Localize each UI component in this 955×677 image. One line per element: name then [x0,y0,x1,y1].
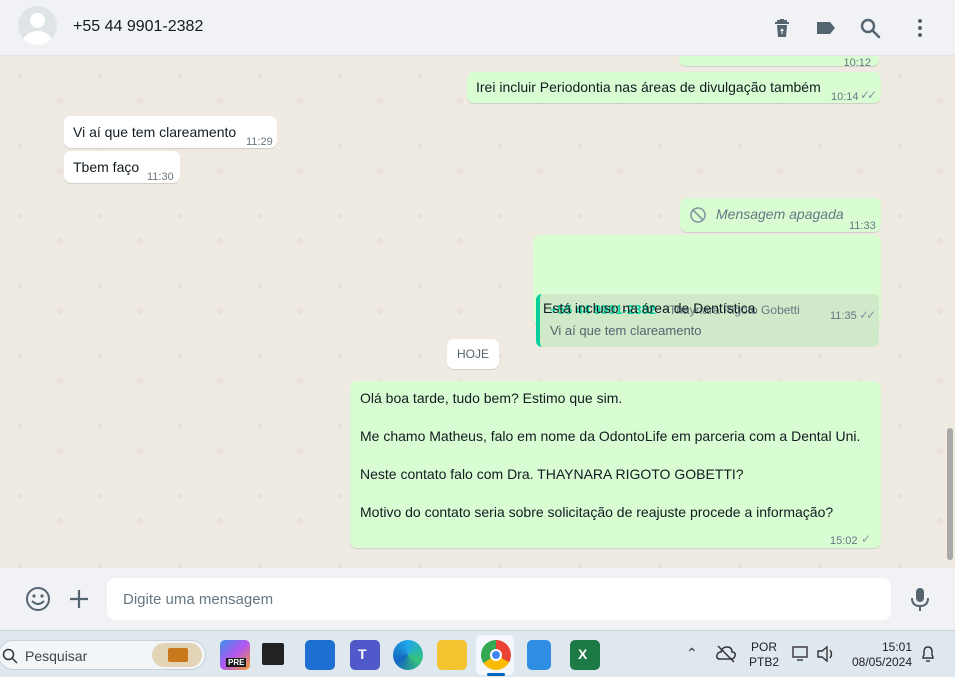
message-input-box [107,578,891,620]
excel-letter: X [578,646,588,662]
message-bubble-deleted[interactable]: Mensagem apagada 11:33 [680,198,881,232]
language-code: POR [750,640,777,654]
message-text: Está incluso na área de Dentística [543,300,756,316]
contact-avatar[interactable] [18,6,57,45]
chevron-up-icon[interactable]: ⌃ [686,645,698,662]
deleted-message-text: Mensagem apagada [716,206,844,222]
file-explorer-icon[interactable] [437,640,467,670]
message-text: Irei incluir Periodontia nas áreas de di… [476,79,821,95]
task-view-icon[interactable] [262,643,284,665]
chat-scrollbar[interactable] [947,428,953,560]
message-time: 10:14 [831,91,859,103]
network-icon[interactable] [792,645,810,663]
menu-icon[interactable] [908,16,932,40]
contact-name[interactable]: +55 44 9901-2382 [73,18,203,36]
search-icon [2,648,18,664]
teams-app-icon[interactable]: T [350,640,380,670]
notepad-app-icon[interactable] [527,640,551,670]
active-app-indicator [487,673,505,676]
edge-app-icon[interactable] [393,640,423,670]
label-icon[interactable] [814,16,838,40]
message-time: 11:29 [246,136,273,148]
message-input[interactable] [123,578,863,620]
message-time: 11:33 [849,220,876,232]
message-bubble-incoming[interactable]: Tbem faço 11:30 [64,151,180,183]
chrome-app-icon[interactable] [481,640,511,670]
excel-app-icon[interactable]: X [570,640,600,670]
message-text: Vi aí que tem clareamento [73,124,237,140]
chat-panel[interactable]: 10:12 Irei incluir Periodontia nas áreas… [0,56,955,568]
notification-bell-icon[interactable] [920,645,936,663]
system-clock[interactable]: 15:01 08/05/2024 [848,640,916,670]
composer-bar [0,568,955,630]
read-ticks-icon: ✓✓ [860,88,877,102]
search-label: Pesquisar [25,648,88,664]
clock-date: 08/05/2024 [851,655,913,669]
sent-tick-icon: ✓ [861,532,871,546]
search-icon[interactable] [858,16,882,40]
message-line: Olá boa tarde, tudo bem? Estimo que sim. [360,390,623,406]
store-app-icon[interactable] [305,640,335,670]
clock-time: 15:01 [881,640,912,654]
message-time: 15:02 [830,535,858,547]
message-line: Me chamo Matheus, falo em nome da Odonto… [360,428,861,444]
message-time: 11:30 [147,171,174,183]
emoji-icon[interactable] [25,586,51,612]
quote-text: Vi aí que tem clareamento [550,323,702,338]
teams-letter: T [358,646,367,662]
keyboard-layout: PTB2 [748,655,779,669]
taskbar-search[interactable]: Pesquisar [0,640,206,670]
windows-taskbar: Pesquisar PRE T X ⌃ POR PTB2 15:01 08/05… [0,630,955,677]
briefcase-icon [168,648,188,662]
blocked-icon [690,207,706,223]
message-time: 11:35 [830,310,857,322]
search-highlight [152,643,202,667]
preview-badge: PRE [226,658,247,667]
message-line: Motivo do contato seria sobre solicitaçã… [360,504,834,520]
read-ticks-icon: ✓✓ [859,308,876,322]
message-bubble-incoming[interactable]: Vi aí que tem clareamento 11:29 [64,116,277,148]
message-line: Neste contato falo com Dra. THAYNARA RIG… [360,466,744,482]
message-bubble-outgoing[interactable]: Irei incluir Periodontia nas áreas de di… [467,72,881,103]
message-text: Tbem faço [73,159,140,175]
date-divider: HOJE [447,339,499,369]
plus-icon[interactable] [67,587,91,611]
input-language[interactable]: POR PTB2 [747,640,781,670]
copilot-app-icon[interactable]: PRE [220,640,250,670]
message-time: 10:12 [843,57,871,69]
chat-header: +55 44 9901-2382 [0,0,955,56]
microphone-icon[interactable] [909,586,931,612]
delete-icon[interactable] [770,16,794,40]
message-bubble-partial[interactable]: 10:12 [679,56,879,69]
cloud-offline-icon[interactable] [715,644,737,664]
message-bubble-outgoing[interactable]: Olá boa tarde, tudo bem? Estimo que sim.… [350,381,881,548]
volume-icon[interactable] [816,645,836,663]
